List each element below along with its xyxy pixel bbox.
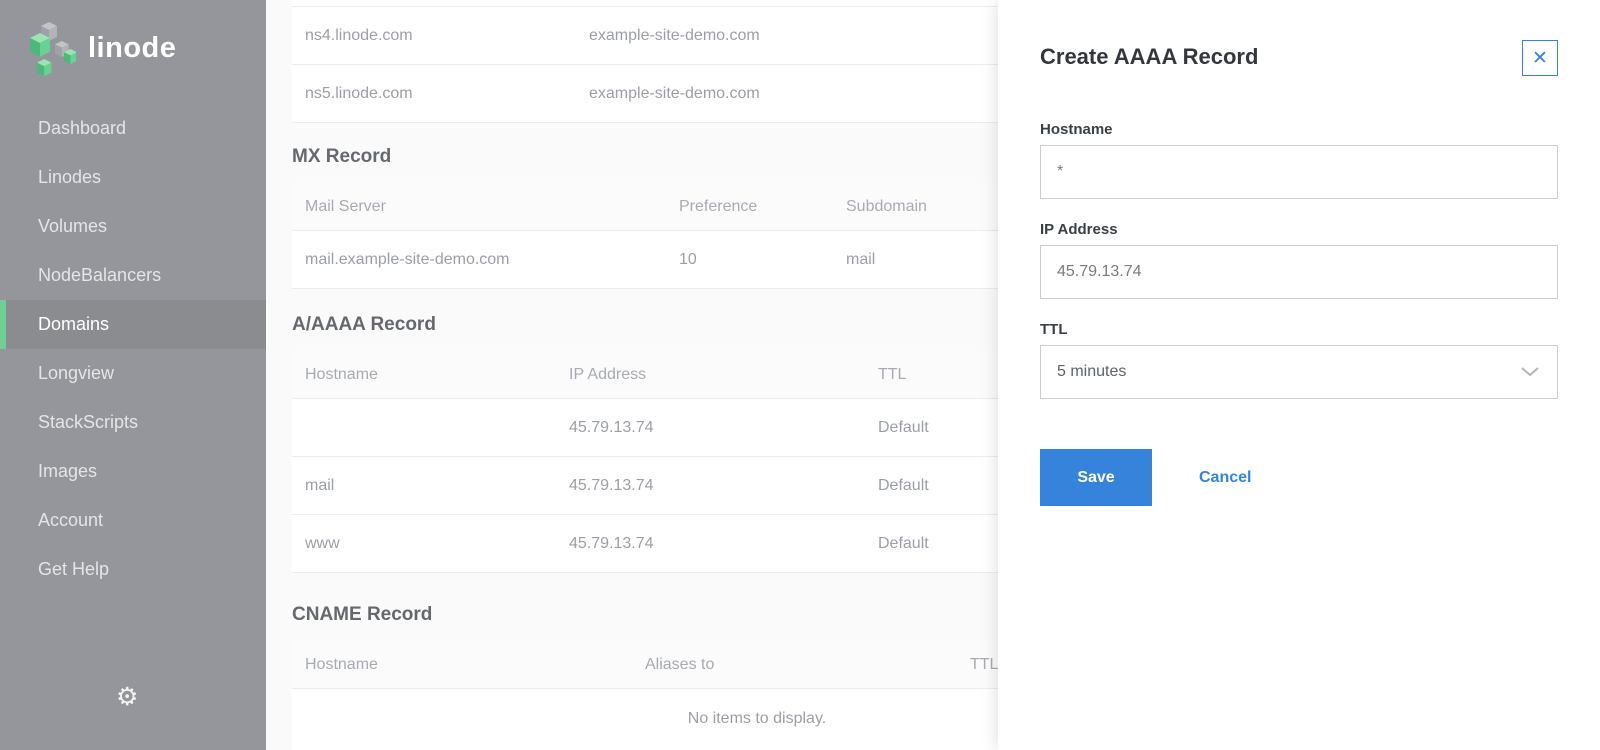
column-header-aliases-to: Aliases to [645, 655, 715, 673]
drawer-actions: Save Cancel [1040, 449, 1558, 506]
sidebar-item-nodebalancers[interactable]: NodeBalancers [0, 251, 266, 300]
mx-mail-server-cell: mail.example-site-demo.com [305, 250, 510, 268]
ttl-label: TTL [1040, 321, 1068, 338]
a-ip-cell: 45.79.13.74 [569, 476, 654, 494]
sidebar-item-get-help[interactable]: Get Help [0, 545, 266, 594]
column-header-ttl: TTL [970, 655, 999, 673]
sidebar-nav: Dashboard Linodes Volumes NodeBalancers … [0, 104, 266, 594]
a-ttl-cell: Default [878, 418, 929, 436]
chevron-down-icon [1521, 367, 1539, 377]
mx-subdomain-cell: mail [846, 250, 876, 268]
linode-logo-icon [30, 22, 76, 77]
ttl-selected-value: 5 minutes [1057, 363, 1127, 380]
ttl-select[interactable]: 5 minutes [1040, 345, 1558, 399]
ns-name-cell: ns4.linode.com [305, 26, 413, 44]
sidebar-item-volumes[interactable]: Volumes [0, 202, 266, 251]
column-header-subdomain: Subdomain [846, 197, 927, 215]
sidebar-item-images[interactable]: Images [0, 447, 266, 496]
hostname-field[interactable] [1040, 145, 1558, 199]
a-ttl-cell: Default [878, 476, 929, 494]
a-ip-cell: 45.79.13.74 [569, 534, 654, 552]
column-header-hostname: Hostname [305, 655, 378, 673]
sidebar-item-stackscripts[interactable]: StackScripts [0, 398, 266, 447]
sidebar-item-dashboard[interactable]: Dashboard [0, 104, 266, 153]
drawer-title: Create AAAA Record [1040, 44, 1259, 69]
a-hostname-cell: www [305, 534, 340, 552]
column-header-hostname: Hostname [305, 365, 378, 383]
mx-record-heading: MX Record [292, 146, 392, 167]
ns-domain-cell: example-site-demo.com [589, 84, 760, 102]
brand-name: linode [88, 31, 177, 64]
mx-preference-cell: 10 [679, 250, 697, 268]
cancel-button[interactable]: Cancel [1199, 469, 1251, 487]
a-ttl-cell: Default [878, 534, 929, 552]
column-header-ip-address: IP Address [569, 365, 647, 383]
column-header-preference: Preference [679, 197, 758, 215]
close-icon[interactable]: ✕ [1522, 40, 1558, 76]
sidebar-item-linodes[interactable]: Linodes [0, 153, 266, 202]
hostname-label: Hostname [1040, 121, 1113, 138]
ip-address-field[interactable] [1040, 245, 1558, 299]
a-ip-cell: 45.79.13.74 [569, 418, 654, 436]
sidebar: linode Dashboard Linodes Volumes NodeBal… [0, 0, 266, 750]
ns-name-cell: ns5.linode.com [305, 84, 413, 102]
linode-logo[interactable]: linode [0, 0, 266, 78]
sidebar-item-longview[interactable]: Longview [0, 349, 266, 398]
cname-record-heading: CNAME Record [292, 604, 433, 625]
gear-icon[interactable]: ⚙ [116, 685, 138, 710]
a-aaaa-record-heading: A/AAAA Record [292, 314, 436, 335]
create-aaaa-record-drawer: Create AAAA Record ✕ Hostname IP Address… [998, 0, 1600, 750]
ns-domain-cell: example-site-demo.com [589, 26, 760, 44]
column-header-ttl: TTL [878, 365, 907, 383]
sidebar-item-domains[interactable]: Domains [0, 300, 266, 349]
column-header-mail-server: Mail Server [305, 197, 386, 215]
sidebar-item-account[interactable]: Account [0, 496, 266, 545]
ip-address-label: IP Address [1040, 221, 1118, 238]
a-hostname-cell: mail [305, 476, 335, 494]
save-button[interactable]: Save [1040, 449, 1152, 506]
